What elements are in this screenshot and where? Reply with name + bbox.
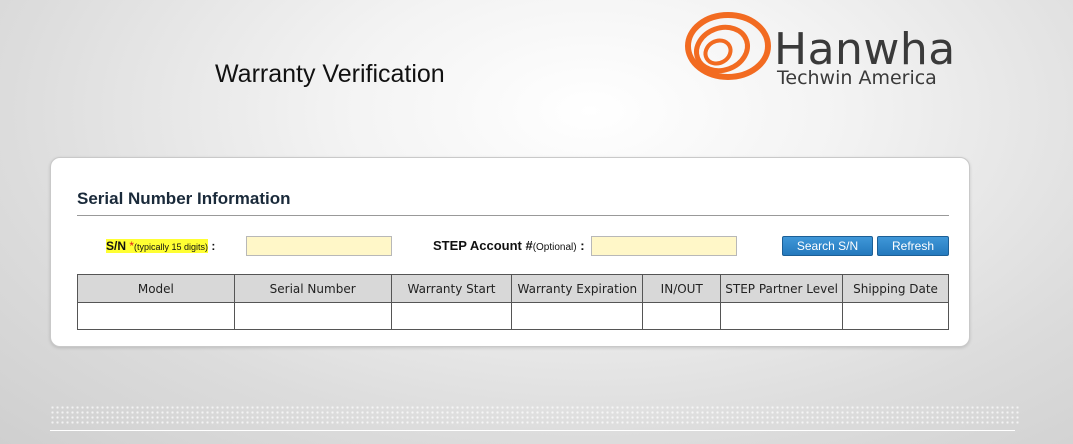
table-cell [390, 302, 513, 330]
section-title: Serial Number Information [77, 189, 291, 208]
step-account-label: STEP Account #(Optional) : [433, 238, 585, 253]
page-title: Warranty Verification [215, 60, 445, 88]
column-header-warranty-expiration: Warranty Expiration [511, 274, 644, 303]
sn-input[interactable] [246, 236, 392, 256]
company-logo: Hanwha Techwin America [682, 8, 972, 90]
logo-name: Hanwha [774, 24, 956, 75]
serial-number-panel: Serial Number Information S/N *(typicall… [50, 157, 970, 347]
column-header-shipping-date: Shipping Date [842, 274, 949, 303]
footer-decoration [50, 405, 1020, 425]
table-cell [233, 302, 392, 330]
search-sn-button[interactable]: Search S/N [782, 236, 873, 256]
table-cell [842, 302, 949, 330]
sn-colon: : [211, 239, 216, 253]
sn-label-highlight: S/N *(typically 15 digits) [106, 239, 209, 253]
results-table: Model Serial Number Warranty Start Warra… [77, 274, 949, 330]
table-cell [720, 302, 844, 330]
refresh-button[interactable]: Refresh [877, 236, 949, 256]
hanwha-logo-mark-icon [685, 12, 771, 80]
table-row [77, 302, 949, 330]
step-colon: : [580, 238, 585, 253]
logo-subtitle: Techwin America [777, 67, 937, 89]
column-header-model: Model [77, 274, 235, 303]
step-account-input[interactable] [591, 236, 737, 256]
table-cell [642, 302, 722, 330]
sn-note: (typically 15 digits) [134, 242, 209, 252]
section-divider [77, 215, 949, 216]
column-header-warranty-start: Warranty Start [390, 274, 513, 303]
column-header-serial-number: Serial Number [233, 274, 392, 303]
table-cell [77, 302, 235, 330]
sn-label-text: S/N [106, 239, 127, 253]
footer-divider [50, 430, 1015, 431]
column-header-step-partner-level: STEP Partner Level [720, 274, 844, 303]
table-header-row: Model Serial Number Warranty Start Warra… [77, 274, 949, 303]
column-header-in-out: IN/OUT [642, 274, 722, 303]
sn-label: S/N *(typically 15 digits) : [106, 239, 215, 253]
step-account-label-text: STEP Account # [433, 238, 533, 253]
table-cell [511, 302, 644, 330]
step-optional-note: (Optional) [532, 242, 577, 253]
